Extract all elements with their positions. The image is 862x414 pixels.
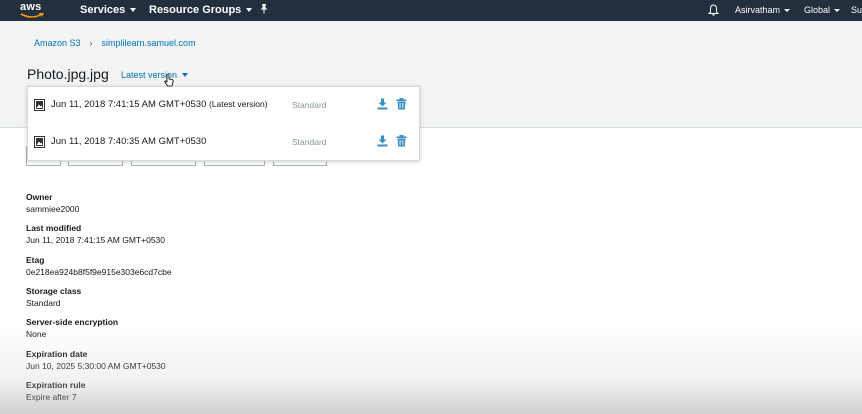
property-label: Expiration date — [26, 349, 88, 359]
trash-icon[interactable] — [396, 135, 407, 147]
version-date-text: Jun 11, 2018 7:41:15 AM GMT+0530 — [51, 99, 207, 110]
chevron-down-icon — [182, 73, 189, 77]
versions-dropdown: Jun 11, 2018 7:41:15 AM GMT+0530 (Latest… — [27, 86, 420, 161]
download-icon[interactable] — [377, 135, 388, 147]
resource-groups-label: Resource Groups — [149, 4, 242, 16]
property-etag: Etag 0e218ea924b8f5f9e915e303e6cd7cbe — [26, 255, 172, 277]
notifications-bell-icon[interactable] — [707, 4, 720, 18]
breadcrumb: Amazon S3 › simplilearn.samuel.com — [34, 38, 196, 48]
account-name: Asirvatham — [735, 5, 781, 15]
breadcrumb-bucket[interactable]: simplilearn.samuel.com — [102, 38, 196, 48]
version-date: Jun 11, 2018 7:41:15 AM GMT+0530 (Latest… — [51, 99, 268, 110]
property-value: 0e218ea924b8f5f9e915e303e6cd7cbe — [26, 267, 172, 277]
download-icon[interactable] — [377, 98, 388, 110]
chevron-down-icon — [784, 9, 791, 12]
latest-version-tag: (Latest version) — [209, 99, 268, 109]
pin-icon[interactable] — [259, 3, 269, 17]
top-nav-bar: aws Services Resource Groups Asirvatham … — [0, 0, 862, 21]
aws-logo[interactable]: aws — [18, 1, 52, 20]
version-selector[interactable]: Latest version — [121, 70, 189, 80]
property-label: Server-side encryption — [26, 317, 119, 327]
property-value: Expire after 7 — [26, 392, 77, 402]
chevron-down-icon — [834, 9, 841, 12]
region-menu[interactable]: Global — [804, 5, 841, 15]
property-value: sammiee2000 — [26, 204, 80, 214]
chevron-down-icon — [130, 8, 137, 12]
version-date-text: Jun 11, 2018 7:40:35 AM GMT+0530 — [51, 136, 207, 147]
property-owner: Owner sammiee2000 — [26, 192, 79, 214]
property-last-modified: Last modified Jun 11, 2018 7:41:15 AM GM… — [26, 223, 165, 245]
property-label: Expiration rule — [26, 380, 86, 390]
property-value: Jun 11, 2018 7:41:15 AM GMT+0530 — [26, 235, 166, 245]
aws-smile-icon — [20, 13, 44, 18]
image-file-icon — [34, 99, 45, 111]
version-storage-class: Standard — [292, 137, 327, 147]
property-label: Last modified — [26, 223, 82, 233]
support-label: Su — [851, 5, 862, 15]
chevron-down-icon — [246, 8, 253, 12]
services-menu[interactable]: Services — [80, 4, 137, 16]
video-fade-overlay — [0, 330, 862, 414]
support-menu[interactable]: Su — [851, 5, 862, 15]
property-value: Standard — [26, 298, 61, 308]
region-label: Global — [804, 5, 831, 15]
mouse-pointer-hand-icon — [164, 74, 174, 87]
aws-logo-text: aws — [20, 1, 42, 13]
property-expiration-date: Expiration date Jun 10, 2025 5:30:00 AM … — [26, 349, 166, 371]
property-encryption: Server-side encryption None — [26, 317, 118, 339]
page-title: Photo.jpg.jpg — [27, 66, 109, 82]
property-label: Owner — [26, 192, 53, 202]
property-value: None — [26, 329, 47, 339]
version-date: Jun 11, 2018 7:40:35 AM GMT+0530 — [51, 136, 206, 147]
account-menu[interactable]: Asirvatham — [735, 5, 791, 15]
services-menu-label: Services — [80, 4, 126, 16]
version-row[interactable]: Jun 11, 2018 7:41:15 AM GMT+0530 (Latest… — [28, 87, 419, 124]
breadcrumb-amazon-s3[interactable]: Amazon S3 — [34, 38, 81, 48]
property-value: Jun 10, 2025 5:30:00 AM GMT+0530 — [26, 361, 166, 371]
resource-groups-menu[interactable]: Resource Groups — [149, 4, 253, 16]
version-row[interactable]: Jun 11, 2018 7:40:35 AM GMT+0530 Standar… — [28, 124, 419, 161]
property-label: Storage class — [26, 286, 82, 296]
property-storage-class: Storage class Standard — [26, 286, 81, 308]
version-storage-class: Standard — [292, 100, 327, 110]
property-label: Etag — [26, 255, 45, 265]
property-expiration-rule: Expiration rule Expire after 7 — [26, 380, 86, 402]
image-file-icon — [34, 136, 45, 148]
trash-icon[interactable] — [396, 98, 407, 110]
chevron-right-icon: › — [89, 38, 93, 48]
